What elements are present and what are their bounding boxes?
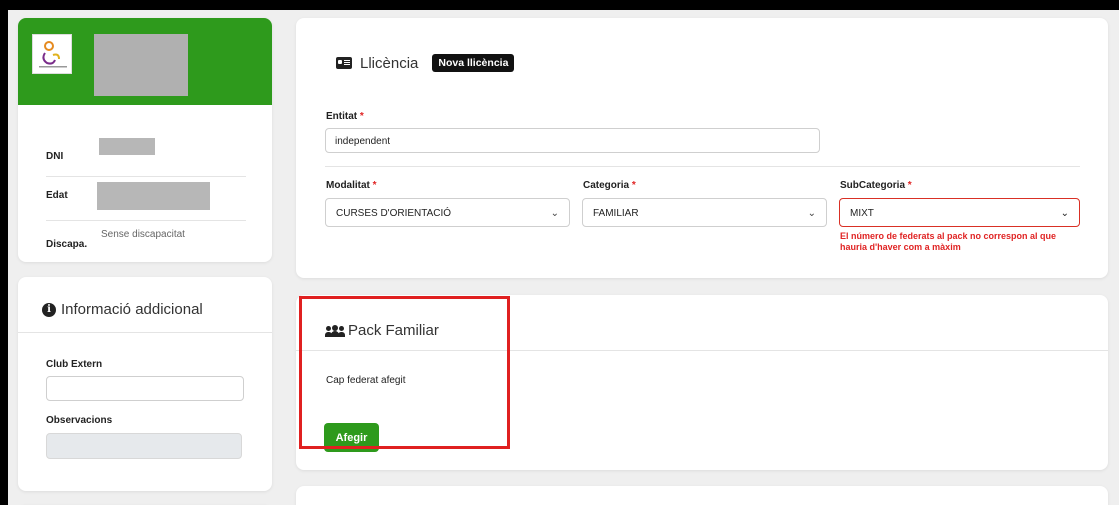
entitat-label-text: Entitat — [326, 111, 358, 122]
users-icon — [325, 324, 345, 337]
required-mark: * — [907, 180, 912, 191]
chevron-down-icon: ⌄ — [550, 208, 559, 219]
categoria-label: Categoria * — [583, 180, 636, 191]
discapa-label: Discapa. — [46, 239, 88, 250]
pack-card-title: Pack Familiar — [325, 322, 439, 339]
pack-empty-text: Cap federat afegit — [326, 375, 406, 386]
modalitat-value: CURSES D'ORIENTACIÓ — [336, 208, 452, 219]
divider — [18, 332, 272, 333]
edat-value-redacted — [97, 182, 210, 210]
required-mark: * — [359, 111, 364, 122]
required-mark: * — [631, 180, 636, 191]
licence-card-title: Llicència Nova llicència — [336, 54, 515, 72]
modalitat-label: Modalitat * — [326, 180, 377, 191]
subcategoria-label: SubCategoria * — [840, 180, 912, 191]
add-member-button[interactable]: Afegir — [324, 423, 379, 452]
edat-row: Edat — [46, 182, 244, 216]
entitat-value: independent — [335, 136, 391, 147]
profile-header — [18, 18, 272, 105]
subcategoria-value: MIXT — [850, 208, 874, 219]
id-card-icon — [336, 57, 352, 69]
divider — [325, 166, 1080, 167]
divider — [46, 176, 246, 177]
discapa-value: Sense discapacitat — [101, 229, 185, 240]
pack-title-text: Pack Familiar — [348, 322, 439, 339]
chevron-down-icon: ⌄ — [807, 208, 816, 219]
edat-label: Edat — [46, 190, 68, 201]
dni-value-redacted — [99, 138, 155, 155]
subcategoria-error: El número de federats al pack no corresp… — [840, 231, 1057, 252]
info-title-text: Informació addicional — [61, 301, 203, 318]
required-mark: * — [372, 180, 377, 191]
new-licence-badge: Nova llicència — [432, 54, 515, 72]
info-circle-icon: i — [42, 302, 56, 317]
discapa-row: Discapa. Sense discapacitat — [46, 228, 244, 252]
categoria-label-text: Categoria — [583, 180, 630, 191]
categoria-select[interactable]: FAMILIAR ⌄ — [582, 198, 827, 227]
categoria-value: FAMILIAR — [593, 208, 639, 219]
entitat-label: Entitat * — [326, 111, 364, 122]
dni-row: DNI — [46, 138, 244, 166]
observacions-label: Observacions — [46, 415, 113, 426]
pack-familiar-card: Pack Familiar Cap federat afegit Afegir — [296, 295, 1108, 470]
profile-card: DNI Edat Discapa. Sense discapacitat — [18, 18, 272, 262]
modalitat-select[interactable]: CURSES D'ORIENTACIÓ ⌄ — [325, 198, 570, 227]
chevron-down-icon: ⌄ — [1060, 208, 1069, 219]
club-extern-label: Club Extern — [46, 359, 103, 370]
club-extern-input[interactable] — [46, 376, 244, 401]
licence-title-text: Llicència — [360, 54, 419, 72]
divider — [46, 220, 246, 221]
divider — [296, 350, 1108, 351]
entitat-input[interactable]: independent — [325, 128, 820, 153]
info-card-title: i Informació addicional — [42, 301, 203, 318]
additional-info-card: i Informació addicional Club Extern Obse… — [18, 277, 272, 491]
next-section-card — [296, 486, 1108, 505]
observacions-field — [46, 433, 242, 459]
app-screen: DNI Edat Discapa. Sense discapacitat i I… — [8, 10, 1119, 505]
org-logo — [32, 34, 72, 74]
licence-card: Llicència Nova llicència Entitat * indep… — [296, 18, 1108, 278]
modalitat-label-text: Modalitat — [326, 180, 370, 191]
profile-photo — [94, 34, 188, 96]
subcategoria-select[interactable]: MIXT ⌄ — [839, 198, 1080, 227]
dni-label: DNI — [46, 151, 64, 162]
subcategoria-label-text: SubCategoria — [840, 180, 906, 191]
